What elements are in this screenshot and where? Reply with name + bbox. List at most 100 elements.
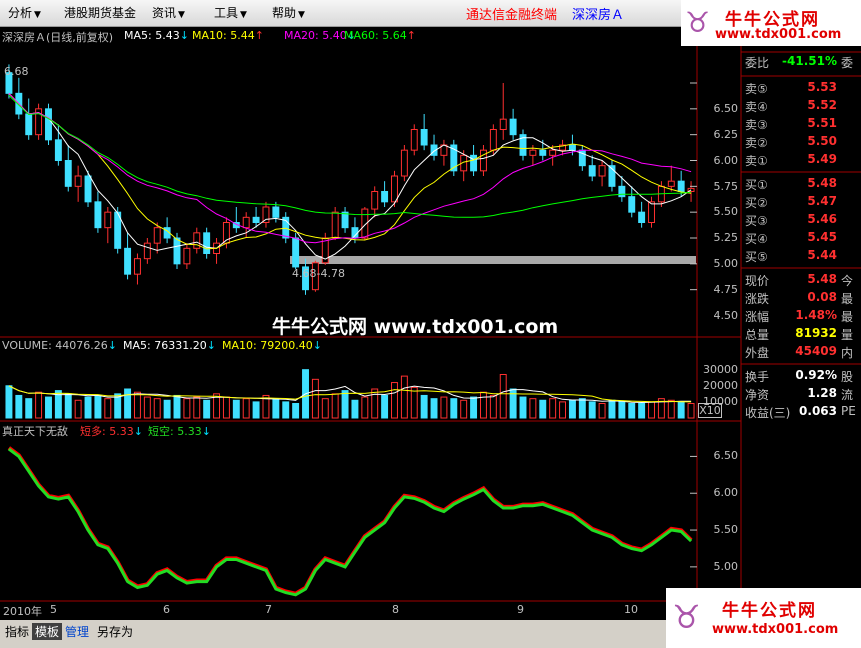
candle-body: [173, 237, 181, 265]
x-tick-label: 7: [265, 603, 272, 616]
volume-bar: [539, 399, 547, 419]
quote-row: 买④ 5.45: [741, 228, 861, 248]
x-tick-label: 8: [392, 603, 399, 616]
menu-item[interactable]: 港股期货基金: [64, 4, 138, 21]
quote-value: 1.48%: [795, 308, 837, 322]
candle-body: [568, 144, 576, 151]
quote-label: 买③: [745, 214, 768, 228]
volume-bar: [420, 394, 428, 419]
quote-value: 5.53: [807, 80, 837, 94]
quote-row: 净资 1.28 流: [741, 384, 861, 404]
volume-bar: [618, 401, 626, 419]
logo-url: www.tdx001.com: [712, 622, 839, 637]
quote-row: 买② 5.47: [741, 192, 861, 212]
volume-bar: [410, 386, 418, 419]
ma-legend-item: MA60: 5.64↑: [344, 29, 416, 42]
volume-bar: [677, 401, 685, 419]
y-tick-label: 5.00: [713, 257, 739, 270]
candle-body: [529, 149, 537, 156]
quote-value: 0.063: [799, 404, 837, 418]
candle-body: [25, 113, 33, 136]
candle-body: [549, 149, 557, 156]
candle-body: [598, 165, 606, 177]
indicator-short-label: 短空: 5.33↓: [148, 425, 211, 438]
volume-bar: [559, 401, 567, 419]
indicator-short-line: [8, 447, 693, 597]
quote-label: 买⑤: [745, 250, 768, 264]
candle-body: [499, 118, 507, 130]
volume-bar: [479, 391, 487, 419]
watermark-text: 牛牛公式网 www.tdx001.com: [272, 316, 559, 338]
quote-row: 卖① 5.49: [741, 150, 861, 170]
volume-bar: [470, 396, 478, 419]
quote-extra: 内: [841, 346, 854, 360]
stock-name-banner[interactable]: 深深房Ａ: [572, 4, 624, 23]
volume-bar: [371, 388, 379, 419]
indicator-title: 真正天下无敌: [2, 425, 68, 438]
quote-value: 5.52: [807, 98, 837, 112]
volume-bar: [193, 396, 201, 419]
quote-extra: 最: [841, 310, 854, 324]
quote-label: 买①: [745, 178, 768, 192]
volume-bar: [648, 401, 655, 419]
y-tick-label: 6.00: [713, 153, 739, 167]
indicator-long-label: 短多: 5.33↓: [80, 425, 143, 438]
candle-body: [262, 206, 270, 223]
volume-bar: [133, 391, 141, 419]
volume-bar: [628, 403, 636, 419]
volume-bar: [667, 399, 675, 419]
quote-label: 现价: [745, 274, 770, 288]
candle-body: [203, 232, 211, 254]
volume-bar: [94, 394, 102, 419]
candle-body: [618, 185, 626, 198]
tab-3[interactable]: 另存为: [94, 623, 136, 640]
quote-extra: 流: [841, 388, 854, 402]
y-tick-label: 5.25: [713, 231, 739, 245]
candle-body: [242, 216, 250, 229]
menu-item[interactable]: 资讯 ▼: [152, 4, 185, 21]
menu-item[interactable]: 工具 ▼: [214, 4, 247, 21]
candle-body: [628, 196, 636, 213]
y-tick-label: 4.75: [713, 282, 739, 296]
volume-bar: [519, 396, 527, 419]
x-tick-label: 10: [624, 603, 638, 616]
quote-value: 81932: [795, 326, 837, 340]
quote-row: 总量 81932 量: [741, 324, 861, 344]
quote-extra: 股: [841, 370, 854, 384]
menu-item[interactable]: 帮助 ▼: [272, 4, 305, 21]
volume-bar: [163, 399, 171, 419]
volume-bar: [361, 396, 369, 419]
quote-value: 5.50: [807, 134, 837, 148]
volume-bar: [430, 398, 438, 419]
volume-bar: [282, 401, 290, 419]
support-band: [290, 256, 696, 264]
tab-1[interactable]: 模板: [32, 623, 63, 640]
volume-bar: [499, 374, 507, 419]
menu-item[interactable]: 分析 ▼: [8, 4, 41, 21]
quote-extra: 量: [841, 328, 854, 342]
volume-bar: [608, 399, 616, 419]
candle-body: [648, 201, 655, 223]
y-tick-label: 6.50: [713, 449, 739, 463]
quote-label: 外盘: [745, 346, 770, 360]
tab-0[interactable]: 指标: [2, 623, 32, 640]
candle-body: [331, 211, 339, 239]
volume-bar: [598, 403, 606, 419]
volume-bar: [400, 375, 408, 419]
volume-bar: [232, 399, 240, 419]
quote-row: 收益(三) 0.063 PE: [741, 402, 861, 422]
candle-body: [489, 129, 497, 151]
tab-2[interactable]: 管理: [62, 623, 92, 640]
volume-bar: [272, 398, 280, 419]
volume-bar: [341, 390, 349, 419]
candle-body: [64, 160, 72, 187]
volume-bar: [45, 396, 52, 419]
y-tick-label: 4.50: [713, 308, 739, 322]
y-tick-label: 5.75: [713, 179, 739, 193]
candle-body: [104, 211, 112, 229]
candle-body: [400, 149, 408, 177]
quote-value: 5.44: [807, 248, 837, 262]
quote-label: 买②: [745, 196, 768, 210]
quote-value: 0.92%: [795, 368, 837, 382]
volume-bar: [143, 396, 151, 419]
